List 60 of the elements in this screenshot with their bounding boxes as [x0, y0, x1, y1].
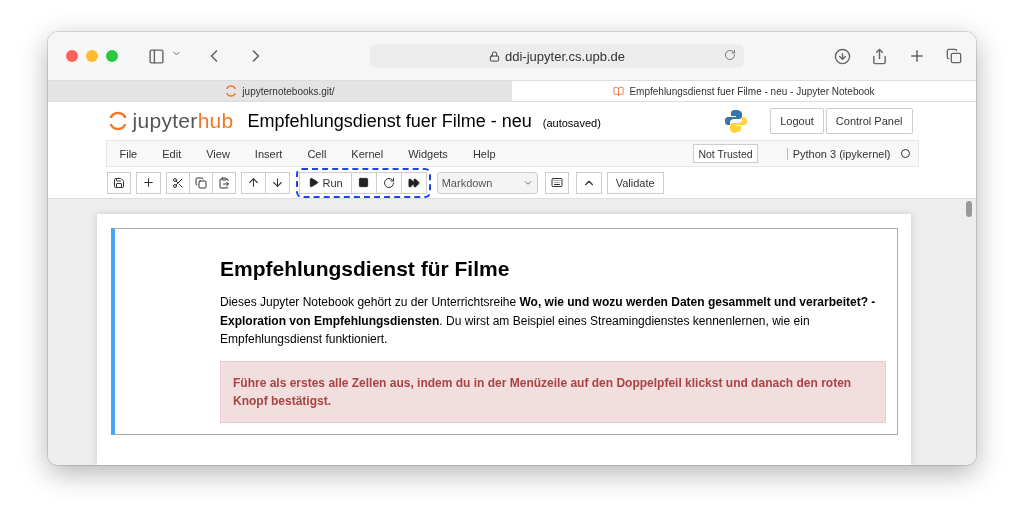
- save-icon: [112, 176, 125, 189]
- keyboard-icon: [550, 176, 563, 189]
- trust-button[interactable]: Not Trusted: [693, 144, 758, 163]
- address-bar[interactable]: ddi-jupyter.cs.upb.de: [370, 44, 744, 68]
- cell-heading: Empfehlungsdienst für Filme: [220, 257, 511, 281]
- address-text: ddi-jupyter.cs.upb.de: [505, 48, 625, 64]
- run-button[interactable]: Run: [298, 171, 352, 194]
- lock-icon: [489, 50, 500, 62]
- scissors-icon: [171, 176, 184, 189]
- insert-cell-button[interactable]: [135, 171, 161, 194]
- alert-message: Führe als erstes alle Zellen aus, indem du in der Menüzeile auf den Doppelpfeil klickst und danach den roten Knopf bestätigst.: [220, 360, 886, 423]
- collapse-button[interactable]: [575, 171, 602, 194]
- arrow-up-icon: [246, 176, 260, 189]
- markdown-cell[interactable]: [111, 228, 898, 435]
- restart-button[interactable]: [375, 171, 402, 194]
- book-icon: [613, 85, 625, 97]
- run-all-button[interactable]: [400, 171, 427, 194]
- jupyterhub-logo[interactable]: jupyterhub: [108, 109, 234, 133]
- sidebar-icon: [148, 47, 165, 65]
- menu-item[interactable]: Widgets: [408, 147, 448, 160]
- scrollbar-thumb[interactable]: [966, 201, 972, 217]
- menu-item[interactable]: Edit: [162, 147, 182, 160]
- header-button[interactable]: Logout: [770, 108, 824, 134]
- play-icon: [307, 177, 319, 188]
- restart-icon: [382, 176, 395, 189]
- stop-button[interactable]: [350, 171, 377, 194]
- save-status: (autosaved): [542, 116, 601, 129]
- stop-icon: [358, 177, 370, 188]
- arrow-down-icon: [270, 176, 284, 189]
- cut-button[interactable]: [165, 171, 190, 194]
- tab-overview-icon: [946, 48, 962, 64]
- kernel-name[interactable]: Python 3 (ipykernel): [786, 147, 891, 160]
- move-down-button[interactable]: [264, 171, 290, 194]
- share-icon: [871, 47, 888, 65]
- notebook-title[interactable]: Empfehlungsdienst fuer Filme - neu: [247, 110, 532, 132]
- save-button[interactable]: [106, 171, 131, 194]
- download-icon: [834, 47, 851, 65]
- cell-type-select[interactable]: Markdown: [436, 171, 538, 194]
- fast-forward-icon: [407, 176, 420, 189]
- paste-icon: [217, 176, 230, 189]
- reload-icon: [724, 49, 736, 61]
- paste-button[interactable]: [211, 171, 236, 194]
- cell-paragraph: Dieses Jupyter Notebook gehört zu der Unterrichtsreihe Wo, wie und wozu werden Daten gesammelt und verarbeitet? - Exploration von Empfehlungsdiensten. Du wirst am Beispiel eines Streamingdienstes kennenlernen, wie ein Empfehlungsdienst funktioniert.: [220, 294, 877, 348]
- keyboard-button[interactable]: [544, 171, 569, 194]
- python-logo-icon: [724, 109, 749, 133]
- validate-button[interactable]: Validate: [606, 171, 664, 194]
- close-button[interactable]: [66, 50, 78, 62]
- move-up-button[interactable]: [240, 171, 266, 194]
- plus-icon: [141, 176, 155, 189]
- menu-item[interactable]: File: [119, 147, 138, 160]
- menu-item[interactable]: Help: [472, 147, 496, 160]
- new-tab-icon: [908, 47, 926, 65]
- menu-item[interactable]: View: [206, 147, 230, 160]
- browser-tab[interactable]: jupyternotebooks.git/: [48, 81, 512, 101]
- menu-item[interactable]: Kernel: [351, 147, 384, 160]
- header-button[interactable]: Control Panel: [825, 108, 913, 134]
- jupyter-logo-icon: [225, 85, 238, 97]
- copy-icon: [194, 176, 207, 189]
- menu-item[interactable]: Insert: [254, 147, 283, 160]
- menu-item[interactable]: Cell: [307, 147, 327, 160]
